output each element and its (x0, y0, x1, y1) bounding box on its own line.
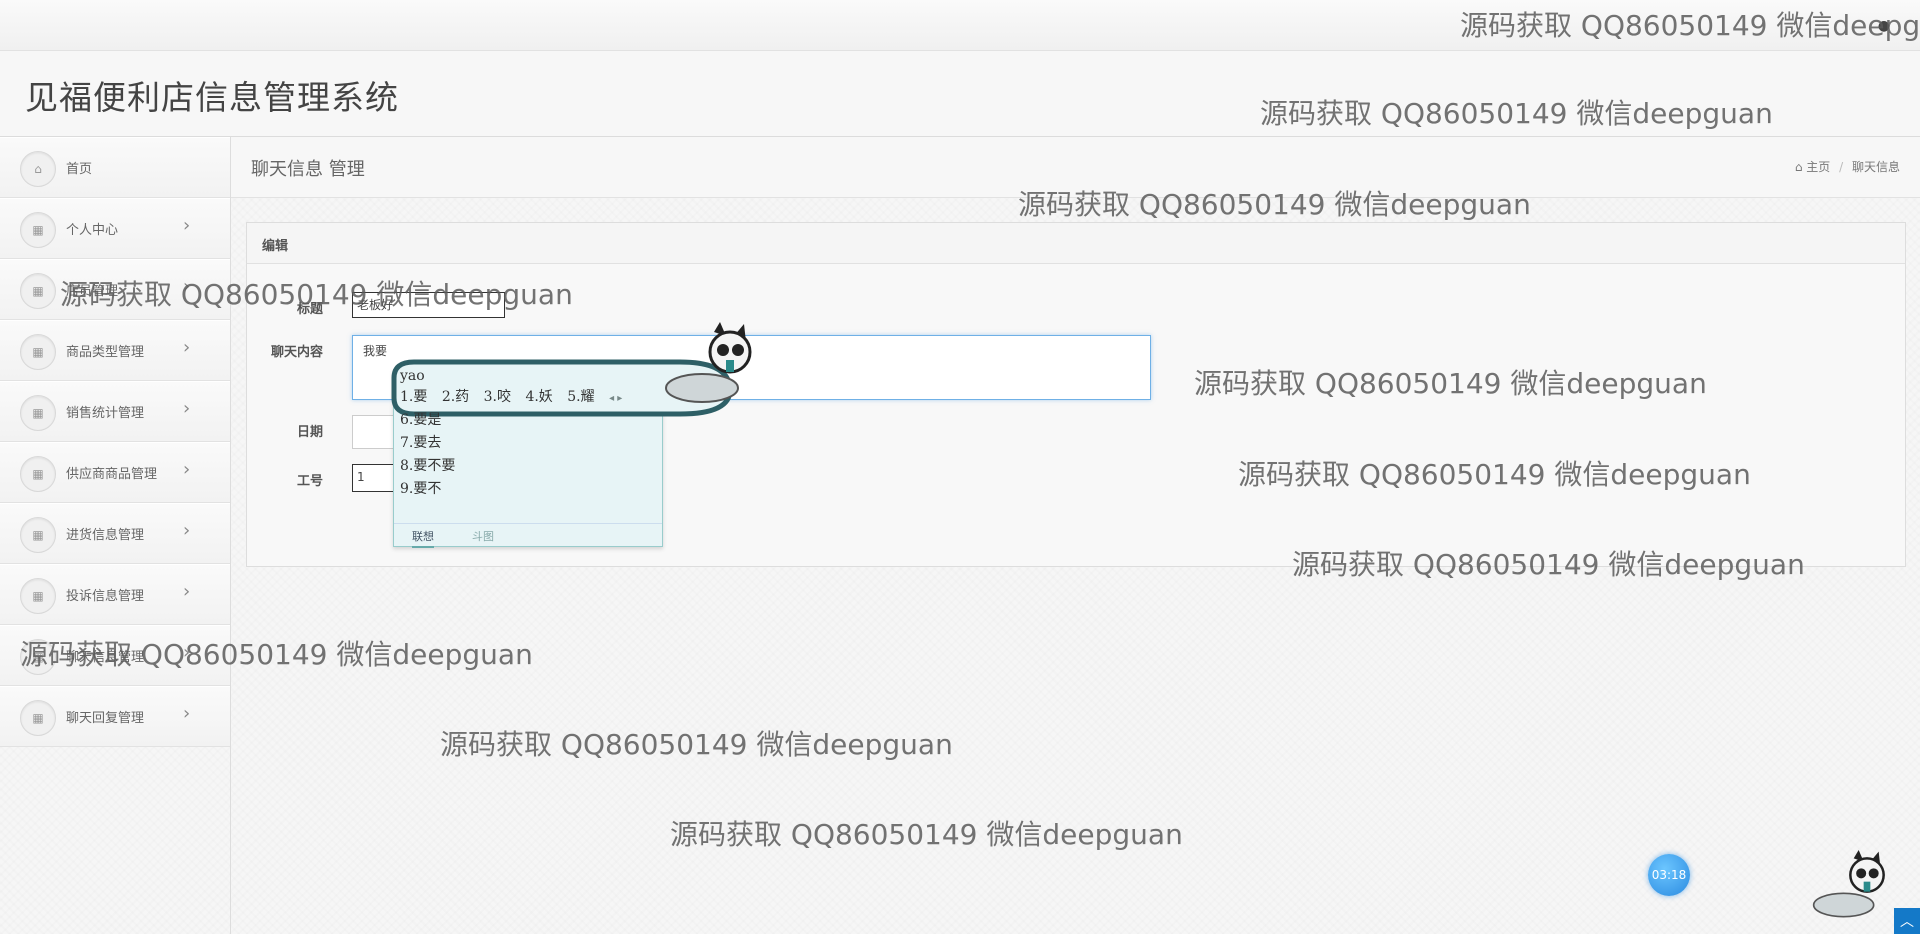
watermark-text: 源码获取 QQ86050149 微信deepguan (1292, 548, 1805, 581)
ime-candidate[interactable]: 8.要不要 (400, 455, 455, 475)
watermark-text: 源码获取 QQ86050149 微信deepguan (1238, 458, 1751, 491)
grid-icon: ▦ (20, 334, 56, 370)
panel-title: 编辑 (262, 239, 289, 254)
home-icon: ⌂ (1794, 160, 1803, 174)
timer-badge[interactable]: 03:18 (1648, 854, 1690, 896)
chevron-right-icon: › (183, 398, 191, 419)
ime-tabs: 联想 斗图 (394, 523, 662, 548)
app-title: 见福便利店信息管理系统 (25, 78, 399, 117)
sidebar-item-product-types[interactable]: ▦ 商品类型管理 › (0, 320, 230, 381)
grid-icon: ▦ (20, 578, 56, 614)
ime-tab-sticker[interactable]: 斗图 (472, 528, 494, 544)
ime-candidate[interactable]: 9.要不 (400, 478, 441, 498)
page-title: 聊天信息 管理 (251, 159, 365, 180)
scroll-to-top-button[interactable]: ︿ (1894, 908, 1920, 934)
grid-icon: ▦ (20, 273, 56, 309)
ime-tab-suggest[interactable]: 联想 (412, 528, 434, 548)
ime-candidate-row: 1.要 2.药 3.咬 4.妖 5.耀 ◂ ▸ (400, 386, 632, 406)
ime-candidate[interactable]: 6.要是 (400, 409, 441, 429)
watermark-text: 源码获取 QQ86050149 微信deepguan (1260, 97, 1773, 130)
chevron-right-icon: › (183, 337, 191, 358)
sidebar-item-sales-stats[interactable]: ▦ 销售统计管理 › (0, 381, 230, 442)
sidebar-item-purchases[interactable]: ▦ 进货信息管理 › (0, 503, 230, 564)
sidebar-item-profile[interactable]: ▦ 个人中心 › (0, 198, 230, 259)
home-icon: ⌂ (20, 151, 56, 187)
sidebar-item-label: 进货信息管理 (66, 528, 145, 543)
ime-candidate[interactable]: 5.耀 (567, 389, 594, 405)
sidebar-item-home[interactable]: ⌂ 首页 (0, 137, 230, 198)
breadcrumb-home[interactable]: 主页 (1806, 160, 1830, 174)
mascot-icon (1812, 850, 1885, 918)
sidebar-item-label: 投诉信息管理 (66, 589, 145, 604)
sidebar-item-chat-replies[interactable]: ▦ 聊天回复管理 › (0, 686, 230, 747)
ime-candidate[interactable]: 3.咬 (484, 389, 511, 405)
grid-icon: ▦ (20, 395, 56, 431)
sidebar-item-label: 商品类型管理 (66, 345, 145, 360)
chevron-right-icon: › (183, 459, 191, 480)
sidebar-item-label: 供应商商品管理 (66, 467, 158, 482)
ime-pinyin: yao (400, 368, 425, 384)
watermark-text: 源码获取 QQ86050149 微信deepguan (1018, 188, 1531, 221)
watermark-text: 源码获取 QQ86050149 微信deepguan (440, 728, 953, 761)
breadcrumb: ⌂ 主页 / 聊天信息 (1795, 158, 1900, 175)
chevron-right-icon: › (183, 520, 191, 541)
sidebar-item-label: 个人中心 (66, 223, 119, 238)
sidebar-item-label: 销售统计管理 (66, 406, 145, 421)
chevron-right-icon: › (183, 581, 191, 602)
ime-candidate[interactable]: 4.妖 (525, 389, 552, 405)
sidebar-item-supplier-goods[interactable]: ▦ 供应商商品管理 › (0, 442, 230, 503)
watermark-text: 源码获取 QQ86050149 微信deepguan (1194, 367, 1707, 400)
content-label: 聊天内容 (270, 345, 323, 360)
watermark-text: 源码获取 QQ86050149 微信deepguan (60, 278, 573, 311)
mascot-icon (665, 322, 752, 403)
ime-page-arrows-icon[interactable]: ◂ ▸ (609, 393, 622, 404)
grid-icon: ▦ (20, 212, 56, 248)
watermark-text: 源码获取 QQ86050149 微信deepguan (20, 638, 533, 671)
watermark-text: 源码获取 QQ86050149 微信deepguan (670, 818, 1183, 851)
chevron-right-icon: › (183, 703, 191, 724)
date-label: 日期 (296, 425, 323, 440)
sidebar-item-label: 首页 (66, 162, 93, 177)
ime-candidate[interactable]: 7.要去 (400, 432, 441, 452)
grid-icon: ▦ (20, 700, 56, 736)
ime-candidate[interactable]: 2.药 (442, 389, 469, 405)
grid-icon: ▦ (20, 456, 56, 492)
sidebar-item-label: 聊天回复管理 (66, 711, 145, 726)
sidebar: ⌂ 首页 ▦ 个人中心 › ▦ 店员管理 › ▦ 商品类型管理 › ▦ 销售统计… (0, 137, 231, 934)
ime-candidate[interactable]: 1.要 (400, 389, 427, 405)
breadcrumb-separator: / (1839, 160, 1844, 174)
watermark-text: 源码获取 QQ86050149 微信deepguan (1460, 9, 1920, 42)
sidebar-item-complaints[interactable]: ▦ 投诉信息管理 › (0, 564, 230, 625)
staff-no-label: 工号 (296, 474, 323, 489)
breadcrumb-current: 聊天信息 (1851, 160, 1900, 174)
grid-icon: ▦ (20, 517, 56, 553)
ime-candidate-window: yao 1.要 2.药 3.咬 4.妖 5.耀 ◂ ▸ 6.要是 7.要去 8.… (391, 322, 752, 548)
chevron-right-icon: › (183, 215, 191, 236)
panel-header: 编辑 (247, 223, 1905, 264)
